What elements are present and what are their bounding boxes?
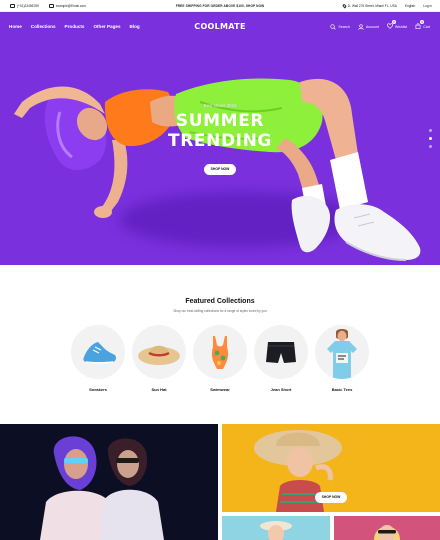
- collections-list: Sneakers Sun Hat Swimwear Jean Short Bas…: [71, 325, 369, 392]
- collection-item-sneakers[interactable]: Sneakers: [71, 325, 125, 392]
- featured-collections-title: Featured Collections: [185, 298, 255, 305]
- collection-thumb[interactable]: [71, 325, 125, 379]
- collection-item-jean-short[interactable]: Jean Short: [254, 325, 308, 392]
- hero-title-line1: SUMMER: [175, 111, 265, 131]
- jean-short-icon: [266, 342, 296, 363]
- sneaker-icon: [83, 342, 117, 364]
- shopping-bag-icon: [415, 23, 421, 29]
- utility-right: D- Wall 276 Street, Miami FL, USA Englis…: [341, 3, 432, 9]
- collection-item-sun-hat[interactable]: Sun Hat: [132, 325, 186, 392]
- promo-banner-dark[interactable]: [0, 424, 218, 540]
- banner-blue-image: [260, 521, 292, 540]
- hero-eyebrow: Best shoes 2024: [203, 103, 237, 108]
- main-header: Home Collections Products Other Pages Bl…: [0, 12, 440, 42]
- collection-thumb[interactable]: [315, 325, 369, 379]
- promo-banner-blue[interactable]: [222, 516, 330, 540]
- cart-count-badge: 0: [420, 20, 425, 24]
- heart-icon: [386, 23, 393, 29]
- banner-models-image: [40, 436, 164, 540]
- promo-banner-yellow[interactable]: SHOP NOW: [222, 424, 440, 512]
- collection-label[interactable]: Sneakers: [71, 387, 125, 392]
- slider-dot-active[interactable]: [429, 137, 432, 140]
- slider-dot[interactable]: [429, 129, 432, 132]
- hero-slider: Best shoes 2024 SUMMER TRENDING SHOP NOW: [0, 42, 440, 265]
- hero-shop-now-button[interactable]: SHOP NOW: [204, 164, 236, 175]
- search-icon: [330, 23, 337, 30]
- store-address: D- Wall 276 Street, Miami FL, USA: [341, 3, 397, 9]
- wishlist-count-badge: 0: [391, 20, 396, 24]
- slider-dot[interactable]: [429, 145, 432, 148]
- collection-thumb[interactable]: [132, 325, 186, 379]
- search-button[interactable]: Search: [330, 23, 350, 30]
- banner-pink-image: [374, 525, 400, 540]
- collection-thumb[interactable]: [193, 325, 247, 379]
- header-actions: Search Account 0 Wishlist 0 Cart: [330, 20, 430, 30]
- wishlist-button[interactable]: 0 Wishlist: [386, 20, 408, 30]
- slider-pagination: [429, 129, 432, 148]
- collection-label[interactable]: Jean Short: [254, 387, 308, 392]
- tee-icon: [327, 329, 357, 379]
- collection-item-basic-tees[interactable]: Basic Tees: [315, 325, 369, 392]
- promo-banner-pink[interactable]: [334, 516, 440, 540]
- collection-label[interactable]: Sun Hat: [132, 387, 186, 392]
- featured-collections-subtitle: Shop our best-selling collections for a …: [173, 309, 267, 313]
- cart-button[interactable]: 0 Cart: [415, 20, 430, 30]
- collection-label[interactable]: Swimwear: [193, 387, 247, 392]
- banner-shop-now-button[interactable]: SHOP NOW: [315, 492, 347, 503]
- sun-hat-icon: [138, 345, 180, 365]
- hero-model-image: [14, 78, 421, 261]
- hero-title-line2: TRENDING: [168, 131, 272, 151]
- collection-item-swimwear[interactable]: Swimwear: [193, 325, 247, 392]
- collection-label[interactable]: Basic Tees: [315, 387, 369, 392]
- search-label: Search: [338, 24, 350, 29]
- language-select[interactable]: English: [405, 4, 415, 8]
- wishlist-label: Wishlist: [394, 24, 408, 29]
- location-pin-icon: [341, 3, 347, 9]
- cart-icon-wrap: 0: [415, 20, 425, 30]
- login-link[interactable]: Log in: [423, 4, 432, 8]
- wishlist-icon-wrap: 0: [386, 20, 396, 30]
- cart-label: Cart: [423, 24, 430, 29]
- collection-thumb[interactable]: [254, 325, 308, 379]
- swimwear-icon: [211, 336, 229, 369]
- user-icon: [358, 23, 364, 30]
- account-label: Account: [365, 24, 379, 29]
- top-utility-bar: (+01)23456789 example@Email.com FREE SHI…: [0, 0, 440, 12]
- address-text: D- Wall 276 Street, Miami FL, USA: [347, 4, 397, 8]
- account-button[interactable]: Account: [358, 23, 379, 30]
